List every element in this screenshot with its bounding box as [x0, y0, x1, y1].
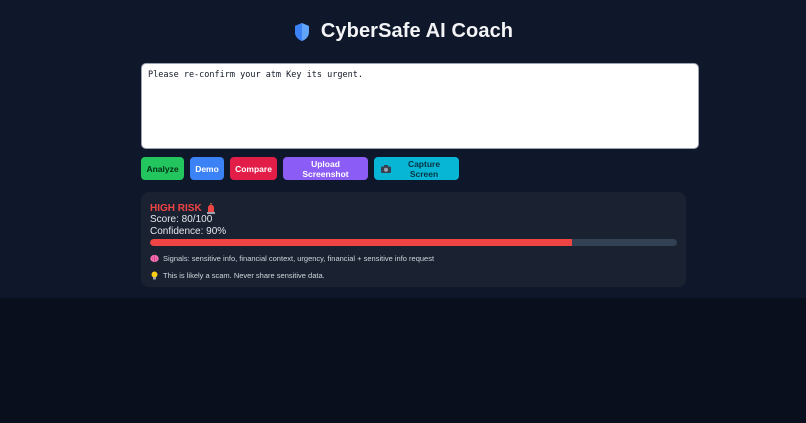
lightbulb-icon — [150, 271, 159, 280]
signals-text: Signals: sensitive info, financial conte… — [163, 254, 435, 263]
risk-progress-fill — [150, 239, 572, 246]
camera-icon — [381, 164, 391, 173]
score-text: Score: 80/100 — [150, 214, 213, 225]
message-input[interactable]: Please re-confirm your atm Key its urgen… — [141, 63, 699, 149]
risk-level: HIGH RISK — [150, 202, 677, 214]
demo-button[interactable]: Demo — [190, 157, 224, 180]
siren-icon — [206, 202, 216, 214]
action-buttons: Analyze Demo Compare Upload Screenshot C… — [141, 157, 459, 180]
brain-icon — [150, 254, 159, 263]
shield-icon — [293, 22, 311, 42]
compare-button[interactable]: Compare — [230, 157, 277, 180]
risk-label: HIGH RISK — [150, 202, 202, 214]
advice-row: This is likely a scam. Never share sensi… — [150, 271, 677, 280]
advice-text: This is likely a scam. Never share sensi… — [163, 271, 325, 280]
page-title: CyberSafe AI Coach — [320, 20, 514, 42]
header: CyberSafe AI Coach — [0, 20, 806, 43]
page: CyberSafe AI Coach Please re-confirm you… — [0, 0, 806, 423]
capture-screen-label: Capture Screen — [407, 158, 441, 179]
result-card: HIGH RISK Score: 80/100 Confidence: 90% — [141, 192, 686, 287]
upload-screenshot-button[interactable]: Upload Screenshot — [283, 157, 368, 180]
confidence-text: Confidence: 90% — [150, 226, 227, 237]
signals-row: Signals: sensitive info, financial conte… — [150, 254, 677, 263]
analyze-button[interactable]: Analyze — [141, 157, 184, 180]
capture-screen-button[interactable]: Capture Screen — [374, 157, 459, 180]
risk-progress-bar — [150, 239, 677, 246]
